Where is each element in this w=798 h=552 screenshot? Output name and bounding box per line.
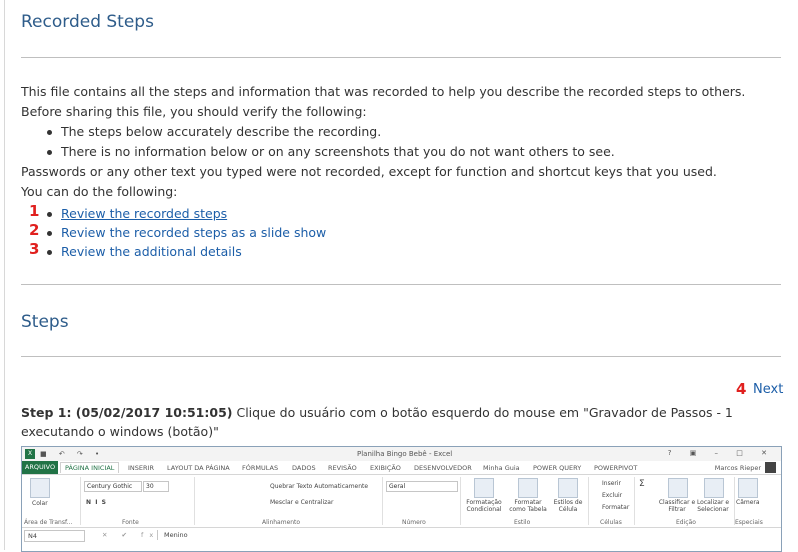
bullet (47, 130, 52, 135)
window-controls: ? ▣ – □ ✕ (667, 449, 775, 457)
name-box: N4 (24, 530, 85, 542)
number-group: Número (402, 519, 426, 526)
additional-details-link[interactable]: Review the additional details (61, 244, 242, 259)
format-table-icon (518, 478, 538, 498)
tab-dados: DADOS (292, 464, 316, 472)
find-select-icon (704, 478, 724, 498)
formula-bar: N4 ✕ ✔ fx Menino (22, 528, 781, 542)
check-item: The steps below accurately describe the … (61, 124, 382, 139)
cells-group: Células (600, 519, 622, 526)
merge-center-button: Mesclar e Centralizar (270, 499, 334, 506)
bullet (47, 212, 52, 217)
excel-logo-icon: X (25, 449, 35, 459)
step-screenshot[interactable]: X ■ ↶ ↷ • Planilha Bingo Bebê - Excel ? … (21, 446, 782, 552)
excel-window-title: Planilha Bingo Bebê - Excel (357, 450, 453, 458)
tab-arquivo: ARQUIVO (22, 461, 58, 474)
steps-heading: Steps (21, 312, 69, 332)
tab-revisao: REVISÃO (328, 464, 357, 472)
step-header: Step 1: (05/02/2017 10:51:05) (21, 405, 233, 420)
slide-show-link[interactable]: Review the recorded steps as a slide sho… (61, 225, 326, 240)
divider (588, 477, 589, 525)
step-description: Step 1: (05/02/2017 10:51:05) Clique do … (21, 403, 781, 441)
next-link[interactable]: Next (753, 382, 783, 397)
tab-layout: LAYOUT DA PÁGINA (167, 464, 230, 472)
editing-group: Edição (676, 519, 696, 526)
number-format-box: Geral (386, 481, 458, 492)
paste-icon (30, 478, 50, 498)
divider (21, 356, 781, 357)
tab-inserir: INSERIR (128, 464, 154, 472)
ribbon: Colar Área de Transf... Century Gothic 3… (22, 474, 781, 528)
divider (80, 477, 81, 525)
user-name: Marcos Rieper (714, 464, 761, 472)
bullet (47, 250, 52, 255)
formula-icons: ✕ ✔ fx (102, 531, 160, 539)
cell-styles-label: Estilos de Célula (553, 499, 583, 513)
paste-label: Colar (32, 500, 48, 507)
before-sharing-text: Before sharing this file, you should ver… (21, 104, 367, 119)
tab-exibicao: EXIBIÇÃO (370, 464, 401, 472)
font-group: Fonte (122, 519, 139, 526)
format-table-label: Formatar como Tabela (509, 499, 547, 513)
check-item: There is no information below or on any … (61, 144, 615, 159)
intro-text: This file contains all the steps and inf… (21, 84, 746, 99)
alignment-group: Alinhamento (262, 519, 301, 526)
camera-label: Câmera (736, 499, 760, 506)
sort-filter-icon (668, 478, 688, 498)
format-cells-button: Formatar (602, 504, 630, 511)
sort-filter-label: Classificar e Filtrar (658, 499, 696, 513)
find-select-label: Localizar e Selecionar (696, 499, 730, 513)
ribbon-tabs: ARQUIVO PÁGINA INICIAL INSERIR LAYOUT DA… (22, 461, 781, 474)
divider (21, 284, 781, 285)
divider (634, 477, 635, 525)
annotation-number: 3 (29, 240, 40, 258)
divider (734, 477, 735, 525)
avatar (765, 462, 776, 473)
tab-desenvolvedor: DESENVOLVEDOR (414, 464, 472, 472)
divider (21, 57, 781, 58)
left-border (4, 0, 5, 550)
cell-styles-icon (558, 478, 578, 498)
formula-content: Menino (157, 530, 774, 540)
annotation-number: 4 (736, 380, 747, 398)
clipboard-group: Área de Transf... (24, 519, 73, 526)
excel-title-bar: X ■ ↶ ↷ • Planilha Bingo Bebê - Excel ? … (22, 447, 781, 461)
bullet (47, 231, 52, 236)
bold-italic-underline: N I S (86, 499, 106, 506)
delete-cells-button: Excluir (602, 492, 623, 499)
conditional-format-label: Formatação Condicional (466, 499, 502, 513)
autosum-icon: Σ (639, 479, 645, 489)
tab-minha-guia: Minha Guia (483, 464, 520, 472)
conditional-format-icon (474, 478, 494, 498)
you-can-text: You can do the following: (21, 184, 178, 199)
camera-icon (738, 478, 758, 498)
font-name-box: Century Gothic (84, 481, 142, 492)
bullet (47, 150, 52, 155)
annotation-number: 1 (29, 202, 40, 220)
tab-powerpivot: POWERPIVOT (594, 464, 638, 472)
wrap-text-button: Quebrar Texto Automaticamente (270, 483, 369, 490)
page-title: Recorded Steps (21, 12, 154, 32)
styles-group: Estilo (514, 519, 531, 526)
tab-power-query: POWER QUERY (533, 464, 582, 472)
tab-formulas: FÓRMULAS (242, 464, 279, 472)
quick-access-toolbar: ■ ↶ ↷ • (40, 450, 105, 458)
tab-pagina-inicial: PÁGINA INICIAL (60, 462, 120, 473)
review-steps-link[interactable]: Review the recorded steps (61, 206, 227, 221)
insert-cells-button: Inserir (602, 480, 621, 487)
annotation-number: 2 (29, 221, 40, 239)
divider (382, 477, 383, 525)
divider (460, 477, 461, 525)
special-group: Especiais (735, 519, 763, 526)
divider (194, 477, 195, 525)
font-size-box: 30 (143, 481, 169, 492)
passwords-note: Passwords or any other text you typed we… (21, 164, 717, 179)
